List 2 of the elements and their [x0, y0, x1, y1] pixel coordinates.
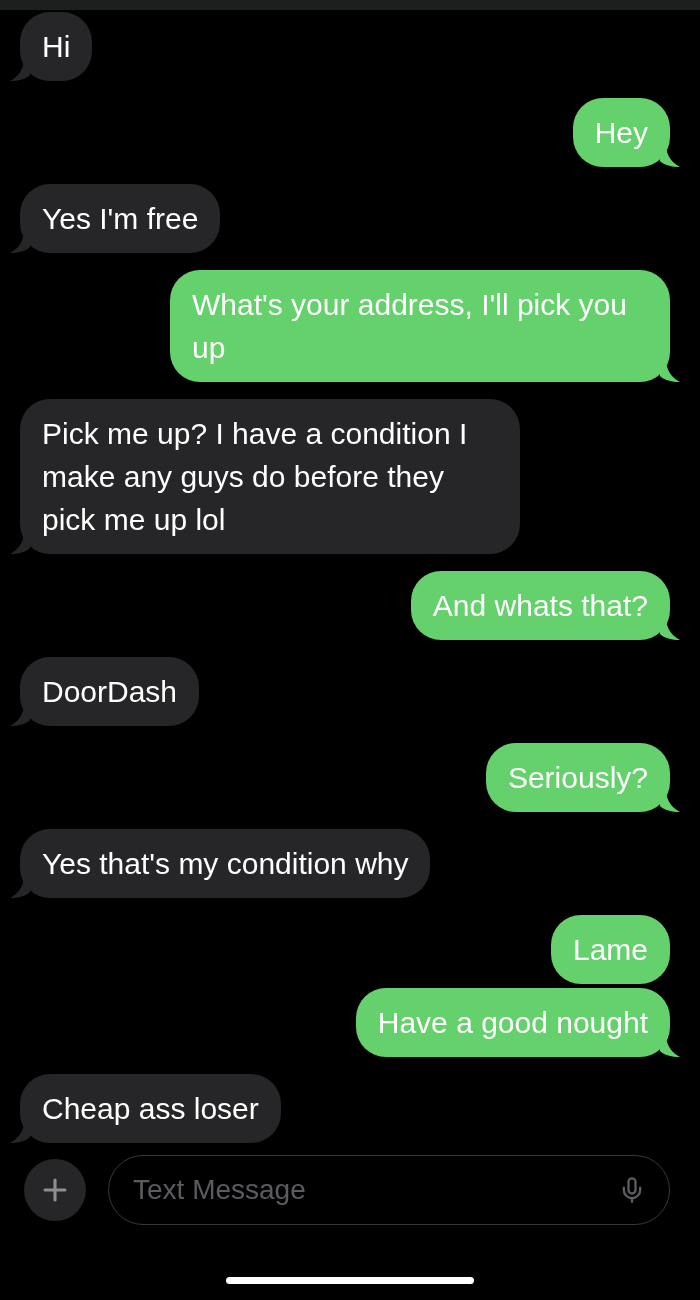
message-field[interactable]: Text Message — [108, 1155, 670, 1225]
sent-message: Lame — [550, 915, 670, 984]
